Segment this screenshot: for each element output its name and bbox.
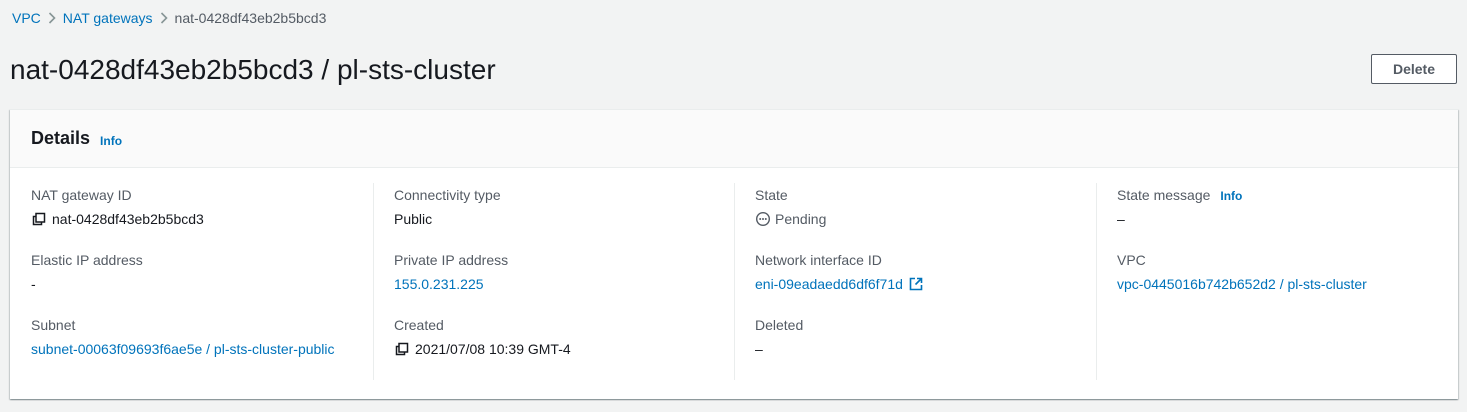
breadcrumb-current: nat-0428df43eb2b5bcd3 (174, 10, 327, 26)
field-vpc: VPC vpc-0445016b742b652d2 / pl-sts-clust… (1117, 248, 1458, 313)
breadcrumb-vpc-link[interactable]: VPC (12, 10, 41, 26)
delete-button[interactable]: Delete (1371, 54, 1457, 84)
field-elastic-ip: Elastic IP address - (31, 248, 373, 313)
details-title: Details (31, 128, 91, 148)
field-label: Private IP address (394, 252, 509, 268)
page-title: nat-0428df43eb2b5bcd3 / pl-sts-cluster (10, 54, 496, 85)
field-subnet: Subnet subnet-00063f09693f6ae5e / pl-sts… (31, 313, 373, 378)
chevron-right-icon (153, 12, 175, 24)
nat-gateway-id-value: nat-0428df43eb2b5bcd3 (52, 211, 204, 227)
copy-icon[interactable] (31, 211, 47, 227)
field-created: Created 2021/07/08 10:39 GMT-4 (394, 313, 734, 378)
field-state: State Pending (755, 183, 1096, 248)
details-column-1: NAT gateway ID nat-0428df43eb2b5bcd3 Ela… (10, 183, 373, 380)
field-label: Connectivity type (394, 187, 501, 203)
field-deleted: Deleted – (755, 313, 1096, 378)
field-connectivity-type: Connectivity type Public (394, 183, 734, 248)
elastic-ip-value: - (31, 276, 36, 292)
details-column-2: Connectivity type Public Private IP addr… (373, 183, 734, 380)
breadcrumb-nat-gateways-link[interactable]: NAT gateways (63, 10, 153, 26)
details-columns: NAT gateway ID nat-0428df43eb2b5bcd3 Ela… (10, 168, 1458, 380)
connectivity-type-value: Public (394, 211, 433, 227)
field-label: State (755, 187, 788, 203)
field-label: VPC (1117, 252, 1146, 268)
details-panel: Details Info NAT gateway ID nat-0428df43… (10, 109, 1458, 399)
external-link-icon[interactable] (908, 276, 924, 292)
field-label: Created (394, 317, 444, 333)
copy-icon[interactable] (394, 341, 410, 357)
network-interface-link[interactable]: eni-09eadaedd6df6f71d (755, 274, 903, 294)
state-message-info-link[interactable]: Info (1220, 186, 1242, 206)
state-message-value: – (1117, 211, 1125, 227)
field-label: Elastic IP address (31, 252, 143, 268)
details-info-link[interactable]: Info (100, 134, 122, 148)
field-label: Subnet (31, 317, 76, 333)
created-value: 2021/07/08 10:39 GMT-4 (415, 341, 571, 357)
field-state-message: State message Info – (1117, 183, 1458, 248)
state-value: Pending (775, 211, 827, 227)
subnet-link[interactable]: subnet-00063f09693f6ae5e / pl-sts-cluste… (31, 339, 335, 359)
field-label: Network interface ID (755, 252, 882, 268)
details-column-4: State message Info – VPC vpc-0445016b742… (1096, 183, 1458, 380)
details-header: Details Info (10, 110, 1458, 168)
field-network-interface: Network interface ID eni-09eadaedd6df6f7… (755, 248, 1096, 313)
deleted-value: – (755, 341, 763, 357)
field-label: NAT gateway ID (31, 187, 132, 203)
chevron-right-icon (41, 12, 63, 24)
details-column-3: State Pending Network interface ID eni-0… (734, 183, 1096, 380)
vpc-link[interactable]: vpc-0445016b742b652d2 / pl-sts-cluster (1117, 274, 1367, 294)
field-private-ip: Private IP address 155.0.231.225 (394, 248, 734, 313)
field-nat-gateway-id: NAT gateway ID nat-0428df43eb2b5bcd3 (31, 183, 373, 248)
field-label: Deleted (755, 317, 804, 333)
field-label: State message (1117, 187, 1211, 203)
pending-icon (755, 211, 771, 227)
breadcrumb: VPC NAT gateways nat-0428df43eb2b5bcd3 (12, 10, 326, 26)
private-ip-link[interactable]: 155.0.231.225 (394, 274, 484, 294)
